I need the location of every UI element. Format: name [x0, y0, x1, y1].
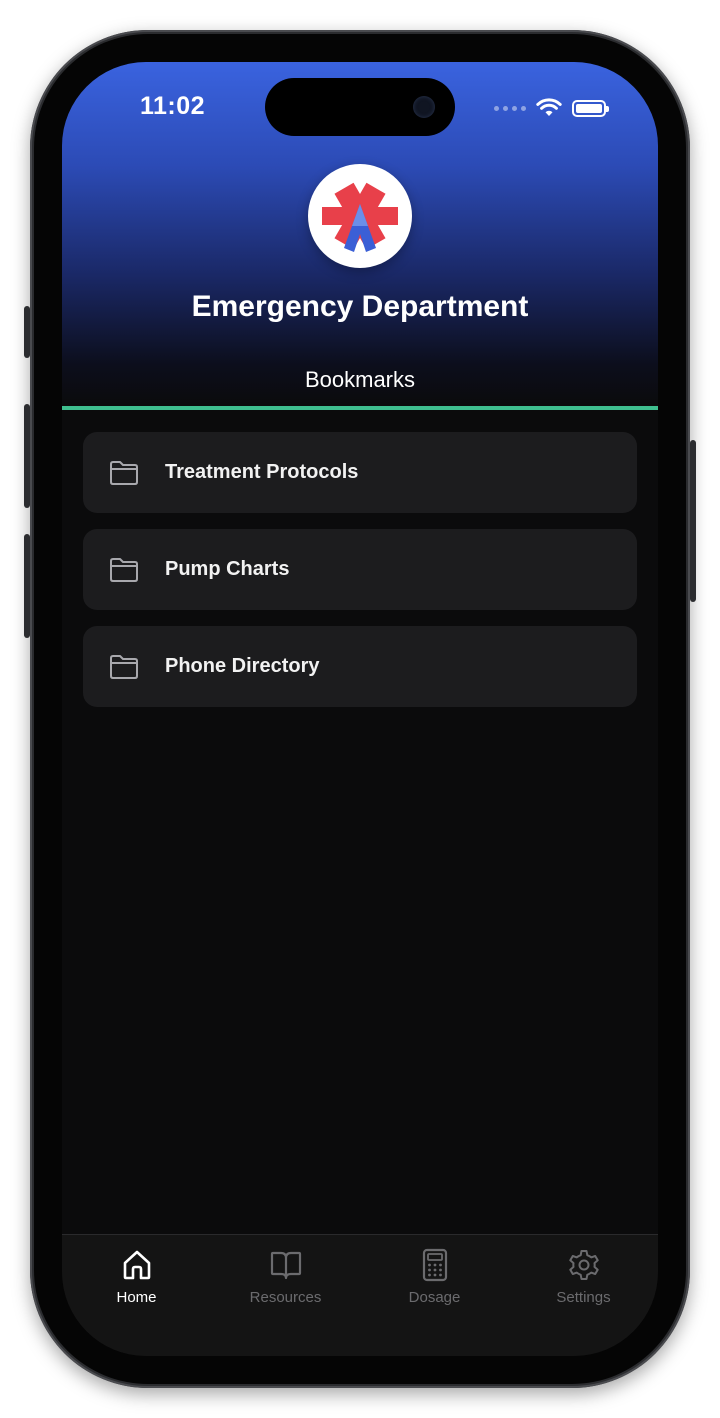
tab-settings[interactable]: Settings [509, 1235, 658, 1356]
dynamic-island [265, 78, 455, 136]
action-button [24, 306, 30, 358]
volume-down-button [24, 534, 30, 638]
bookmark-phone-directory[interactable]: Phone Directory [83, 626, 637, 707]
folder-icon [109, 654, 139, 680]
home-icon [119, 1247, 155, 1283]
section-underline [62, 406, 658, 410]
cellular-signal-icon [494, 105, 526, 111]
status-indicators [494, 96, 609, 120]
bookmark-label: Pump Charts [165, 558, 290, 580]
tab-label: Home [116, 1289, 157, 1306]
app-screen: 11:02 Emergency Department Bookmarks Tre… [62, 62, 658, 1356]
folder-icon [109, 557, 139, 583]
gear-icon [566, 1247, 602, 1283]
wifi-icon [536, 98, 562, 116]
header: 11:02 Emergency Department Bookmarks [62, 62, 658, 406]
tab-label: Dosage [408, 1289, 461, 1306]
battery-icon [572, 99, 609, 117]
calculator-icon [417, 1247, 453, 1283]
bookmark-pump-charts[interactable]: Pump Charts [83, 529, 637, 610]
tab-bar: Home Resources Dosage Settings [62, 1234, 658, 1356]
bookmark-list: Treatment Protocols Pump Charts Phone Di… [83, 432, 637, 723]
folder-icon [109, 460, 139, 486]
app-logo [308, 164, 412, 268]
page-title: Emergency Department [191, 290, 529, 323]
camera-icon [413, 96, 435, 118]
bookmark-label: Phone Directory [165, 655, 320, 677]
tab-dosage[interactable]: Dosage [360, 1235, 509, 1356]
logo-star-icon [322, 182, 398, 252]
tab-label: Settings [556, 1289, 611, 1306]
section-tab-bookmarks[interactable]: Bookmarks [62, 367, 658, 393]
book-icon [268, 1247, 304, 1283]
bookmark-label: Treatment Protocols [165, 461, 359, 483]
bookmark-treatment-protocols[interactable]: Treatment Protocols [83, 432, 637, 513]
tab-resources[interactable]: Resources [211, 1235, 360, 1356]
tab-label: Resources [249, 1289, 322, 1306]
status-time: 11:02 [140, 92, 206, 120]
volume-up-button [24, 404, 30, 508]
power-button [690, 440, 696, 602]
tab-home[interactable]: Home [62, 1235, 211, 1356]
